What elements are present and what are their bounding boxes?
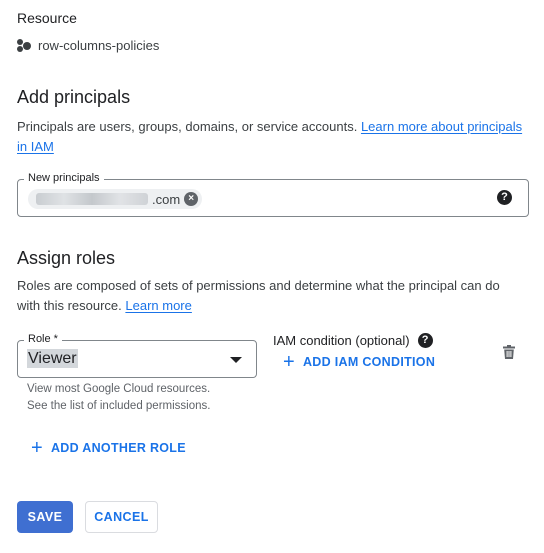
add-another-role-button[interactable]: + ADD ANOTHER ROLE [31, 437, 186, 459]
resource-row: row-columns-policies [17, 38, 159, 53]
resource-label: Resource [17, 10, 77, 26]
resource-name: row-columns-policies [38, 38, 160, 53]
add-iam-condition-label: ADD IAM CONDITION [302, 355, 436, 369]
assign-roles-title: Assign roles [17, 248, 116, 268]
role-label: Role * [24, 333, 62, 345]
principal-chip-suffix: .com [152, 191, 181, 207]
role-hint-line2: See the list of included permissions. [27, 400, 211, 412]
learn-more-roles-link[interactable]: Learn more [125, 298, 191, 313]
iam-condition-label: IAM condition (optional) [273, 333, 410, 348]
iam-condition-help-icon[interactable]: ? [417, 333, 433, 348]
add-iam-condition-button[interactable]: + ADD IAM CONDITION [283, 351, 436, 373]
delete-icon[interactable] [503, 345, 515, 359]
add-principals-desc-text: Principals are users, groups, domains, o… [17, 119, 358, 134]
help-circle-icon[interactable]: ? [497, 190, 512, 205]
role-hint-line1: View most Google Cloud resources. [27, 383, 211, 395]
save-button[interactable]: SAVE [17, 501, 73, 533]
remove-chip-icon[interactable]: × [184, 192, 199, 206]
iam-condition-header: IAM condition (optional) ? [273, 333, 433, 348]
principal-chip[interactable]: .com × [28, 189, 203, 209]
cancel-button[interactable]: CANCEL [85, 501, 158, 533]
resource-dots-icon [17, 38, 32, 53]
assign-roles-description: Roles are composed of sets of permission… [17, 276, 517, 316]
add-principals-description: Principals are users, groups, domains, o… [17, 117, 527, 157]
add-another-role-label: ADD ANOTHER ROLE [50, 441, 186, 455]
add-principals-title: Add principals [17, 87, 131, 107]
role-value: Viewer [27, 349, 78, 368]
plus-icon: + [283, 351, 295, 373]
new-principals-label: New principals [24, 172, 104, 184]
role-hint: View most Google Cloud resources. See th… [27, 381, 210, 415]
new-principals-field[interactable]: New principals .com × ? [17, 172, 529, 217]
role-select[interactable]: Role * Viewer [17, 333, 257, 378]
dropdown-caret-icon [230, 357, 242, 363]
assign-roles-desc-text: Roles are composed of sets of permission… [17, 278, 500, 313]
redacted-principal [36, 193, 148, 205]
plus-icon: + [31, 437, 43, 459]
